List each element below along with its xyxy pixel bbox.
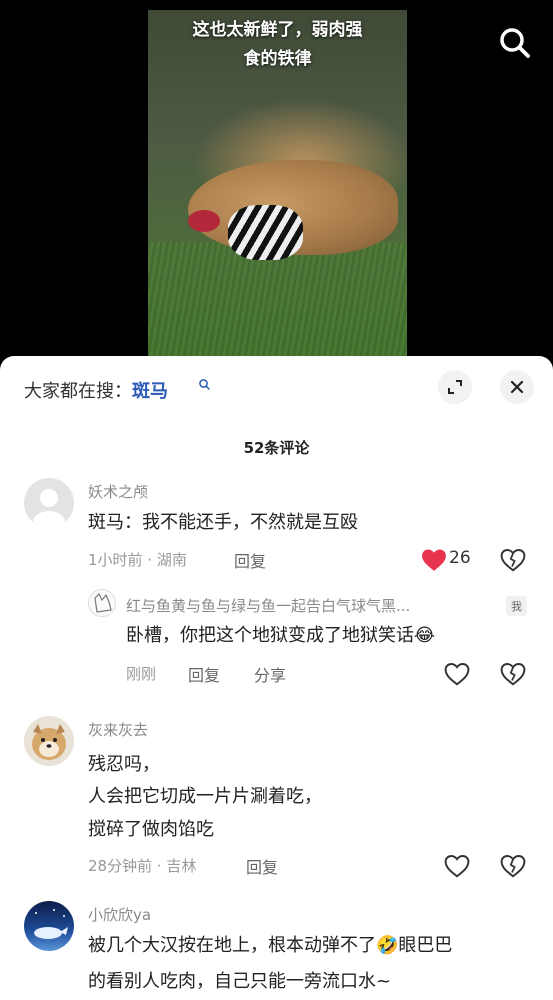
close-button[interactable] — [500, 370, 534, 404]
trending-prefix: 大家都在搜： — [24, 381, 132, 402]
avatar[interactable] — [24, 901, 74, 951]
reply-text: 卧槽，你把这个地狱变成了地狱笑话😂 — [126, 620, 435, 652]
trending-term[interactable]: 斑马 — [132, 381, 168, 402]
comment-text-line: 的看别人吃肉，自己只能一旁流口水~ — [88, 971, 392, 992]
rolling-laughing-emoji: 🤣 — [376, 935, 399, 956]
trending-search[interactable]: 大家都在搜：斑马 — [24, 377, 168, 403]
comment-sheet: 大家都在搜：斑马 52条评论 妖术之颅 斑马：我不能还手，不然就是互殴 1小时前 — [0, 356, 553, 1000]
share-button[interactable]: 分享 — [254, 662, 286, 686]
comment-username[interactable]: 小欣欣ya — [88, 904, 151, 925]
comment-text-line: 人会把它切成一片片涮着吃， — [88, 786, 322, 807]
video-caption-line1: 这也太新鲜了，弱肉强 — [192, 20, 363, 40]
comment-text: 斑马：我不能还手，不然就是互殴 — [88, 512, 358, 533]
whale-avatar-icon — [34, 909, 68, 939]
search-button[interactable] — [494, 22, 536, 64]
comment-time-location: 1小时前 · 湖南 — [88, 551, 187, 569]
author-badge: 我 — [506, 596, 527, 616]
laughing-tears-emoji: 😂 — [414, 625, 436, 646]
avatar[interactable] — [24, 478, 74, 528]
prey-figure — [188, 210, 220, 232]
close-icon — [510, 380, 524, 394]
reply-username[interactable]: 红与鱼黄与鱼与绿与鱼一起告白气球气黑... — [126, 595, 410, 616]
comment-text-line: 被几个大汉按在地上，根本动弹不了🤣眼巴巴 — [88, 930, 452, 962]
comment-text-part: 被几个大汉按在地上，根本动弹不了 — [88, 935, 376, 956]
reply-avatar[interactable] — [88, 589, 116, 617]
comment-text-line: 搅碎了做肉馅吃 — [88, 819, 214, 840]
comment-text-line: 残忍吗， — [88, 754, 160, 775]
video-player[interactable]: 这也太新鲜了，弱肉强 食的铁律 — [0, 0, 553, 372]
heart-icon[interactable] — [444, 662, 470, 686]
search-icon — [500, 28, 530, 58]
zebra-figure — [228, 205, 303, 260]
avatar[interactable] — [24, 716, 74, 766]
reply-button[interactable]: 回复 — [234, 548, 266, 572]
expand-button[interactable] — [438, 370, 472, 404]
like-count: 26 — [449, 548, 471, 568]
expand-icon — [448, 380, 462, 394]
grass-scene — [148, 242, 407, 372]
sketch-avatar-icon — [94, 592, 112, 613]
comment-count: 52条评论 — [243, 439, 310, 457]
comment-username[interactable]: 灰来灰去 — [88, 719, 148, 740]
search-icon — [199, 379, 210, 390]
broken-heart-icon[interactable] — [500, 662, 526, 686]
heart-icon[interactable] — [421, 548, 447, 572]
reply-button[interactable]: 回复 — [246, 854, 278, 878]
comment-time-location: 28分钟前 · 吉林 — [88, 857, 197, 875]
comment-username[interactable]: 妖术之颅 — [88, 481, 148, 502]
dog-avatar-icon — [32, 724, 66, 760]
broken-heart-icon[interactable] — [500, 548, 526, 572]
sheet-header: 大家都在搜：斑马 — [0, 356, 553, 420]
video-caption: 这也太新鲜了，弱肉强 食的铁律 — [148, 16, 407, 74]
reply-text-body: 卧槽，你把这个地狱变成了地狱笑话 — [126, 625, 414, 646]
reply-button[interactable]: 回复 — [188, 662, 220, 686]
broken-heart-icon[interactable] — [500, 854, 526, 878]
comment-text-part: 眼巴巴 — [398, 935, 453, 956]
video-caption-line2: 食的铁律 — [243, 49, 312, 69]
heart-icon[interactable] — [444, 854, 470, 878]
reply-time: 刚刚 — [126, 665, 157, 683]
default-avatar-icon — [33, 489, 65, 528]
